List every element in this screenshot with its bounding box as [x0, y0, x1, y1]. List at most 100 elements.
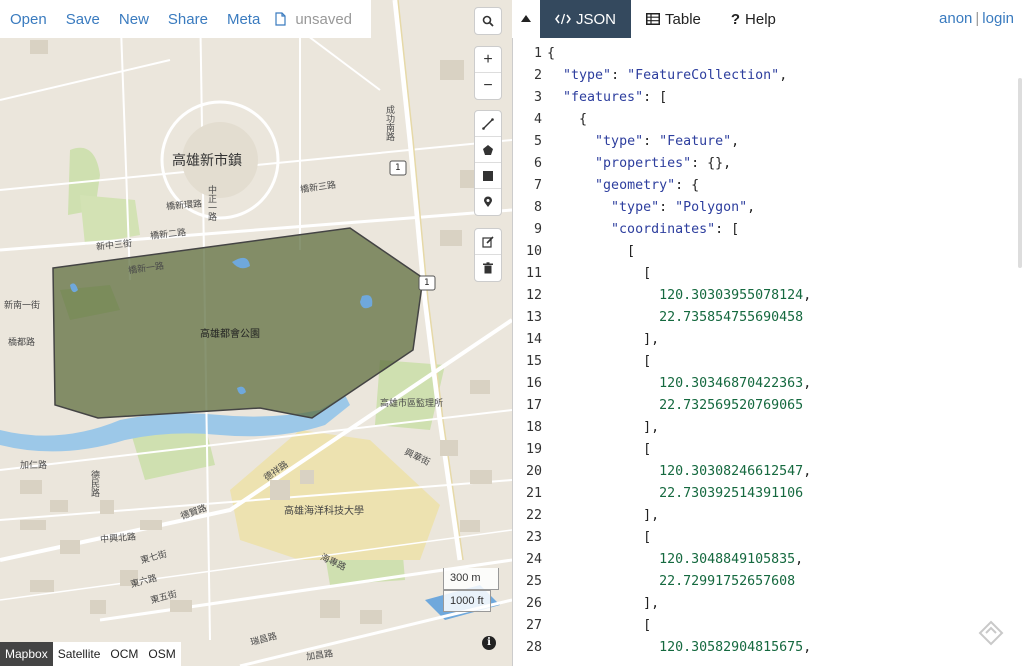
code-line: "geometry": {: [595, 178, 700, 193]
code-line: [: [547, 266, 652, 281]
tab-help[interactable]: ? Help: [716, 0, 791, 38]
draw-marker-button[interactable]: [475, 189, 501, 215]
line-number: 12: [525, 288, 542, 303]
code-line: {: [547, 46, 556, 61]
map-label-road: 成功南路: [384, 105, 394, 141]
geojson-logo-icon: [978, 620, 1004, 646]
zoom-out-button[interactable]: −: [475, 73, 501, 99]
menu-open[interactable]: Open: [10, 11, 47, 28]
code-line: [: [547, 530, 652, 545]
json-editor[interactable]: 1 2 3 4 5 6 7 8 9 10 11 12 13 14 15 16 17 18 19 20 21 22 23 24 2…: [513, 38, 1024, 666]
search-icon: [482, 15, 494, 27]
line-number: 14: [525, 332, 542, 347]
menu-save[interactable]: Save: [66, 11, 100, 28]
code-line: 120.3048849105835,: [659, 552, 804, 567]
line-number: 26: [525, 596, 542, 611]
tab-table[interactable]: Table: [631, 0, 716, 38]
highway-shield-label: 1: [424, 278, 430, 288]
line-number: 17: [525, 398, 542, 413]
minus-icon: −: [483, 77, 493, 94]
zoom-in-button[interactable]: +: [475, 47, 501, 73]
line-number: 8: [533, 200, 542, 215]
tab-table-label: Table: [665, 10, 701, 28]
table-icon: [646, 13, 661, 25]
code-line: "type": "Polygon",: [611, 200, 756, 215]
line-number: 27: [525, 618, 542, 633]
user-separator: |: [975, 10, 980, 27]
line-number: 2: [533, 68, 542, 83]
map-label-road: 德民路: [89, 470, 99, 497]
layer-mapbox[interactable]: Mapbox: [0, 642, 53, 666]
line-number: 21: [525, 486, 542, 501]
map-label-road: 加仁路: [20, 461, 48, 471]
line-number: 9: [533, 222, 542, 237]
code-line: 120.30303955078124,: [659, 288, 812, 303]
line-number: 25: [525, 574, 542, 589]
line-number: 16: [525, 376, 542, 391]
draw-polygon-button[interactable]: [475, 137, 501, 163]
layer-switch: Mapbox Satellite OCM OSM: [0, 642, 181, 666]
caret-up-icon: [521, 15, 531, 22]
question-icon: ?: [730, 10, 741, 28]
code-line: 120.30308246612547,: [659, 464, 812, 479]
highway-shield-label: 1: [395, 163, 401, 173]
edit-control: [474, 228, 502, 282]
map-scale: 300 m 1000 ft: [443, 568, 499, 612]
menu-share[interactable]: Share: [168, 11, 208, 28]
menu-meta[interactable]: Meta: [227, 11, 260, 28]
code-area[interactable]: { "type": "FeatureCollection", "features…: [547, 38, 812, 655]
draw-rectangle-button[interactable]: [475, 163, 501, 189]
marker-icon: [484, 196, 492, 207]
map-label-town: 高雄新市鎮: [172, 153, 242, 169]
tab-json-label: JSON: [576, 10, 617, 28]
layer-ocm[interactable]: OCM: [105, 642, 143, 666]
map-info-button[interactable]: i: [482, 636, 496, 650]
line-number: 10: [525, 244, 542, 259]
user-links: anon | login: [939, 10, 1014, 27]
code-line: 22.735854755690458: [659, 310, 804, 325]
code-line: ],: [547, 596, 660, 611]
draw-line-button[interactable]: [475, 111, 501, 137]
scale-metric: 300 m: [443, 568, 499, 590]
code-line: 22.732569520769065: [659, 398, 804, 413]
map-canvas[interactable]: 高雄新市鎮 高雄都會公園 高雄海洋科技大學 高雄市區監理所 橋新一路 橋新二路 …: [0, 0, 512, 666]
line-number: 24: [525, 552, 542, 567]
line-number: 5: [533, 134, 542, 149]
code-line: [: [547, 442, 652, 457]
polygon-icon: [483, 144, 493, 155]
code-line: [: [547, 618, 652, 633]
edit-layers-button[interactable]: [475, 229, 501, 255]
login-link[interactable]: login: [982, 10, 1014, 27]
info-icon: i: [487, 637, 491, 648]
map-label-road: 橋都路: [8, 338, 36, 348]
line-number: 7: [533, 178, 542, 193]
line-number: 1: [533, 46, 542, 61]
menu-new[interactable]: New: [119, 11, 149, 28]
editor-scrollbar[interactable]: [1018, 78, 1022, 268]
layer-satellite[interactable]: Satellite: [53, 642, 106, 666]
code-line: 120.30582904815675,: [659, 640, 812, 655]
line-number: 18: [525, 420, 542, 435]
rectangle-icon: [483, 170, 493, 181]
pane-tabs: JSON Table ? Help: [540, 0, 791, 38]
line-number: 6: [533, 156, 542, 171]
map-search-button[interactable]: [475, 8, 501, 34]
file-icon: [275, 12, 286, 26]
line-number-gutter: 1 2 3 4 5 6 7 8 9 10 11 12 13 14 15 16 17 18 19 20 21 22 23 24 2…: [513, 38, 545, 655]
tab-json[interactable]: JSON: [540, 0, 632, 38]
file-status[interactable]: unsaved: [275, 11, 352, 28]
code-line: [: [547, 244, 636, 259]
tab-help-label: Help: [745, 10, 776, 28]
user-anon-link[interactable]: anon: [939, 10, 972, 27]
draw-control: [474, 110, 502, 216]
delete-layers-button[interactable]: [475, 255, 501, 281]
code-line: {: [547, 112, 588, 127]
code-line: ],: [547, 332, 660, 347]
code-line: ],: [547, 508, 660, 523]
collapse-pane-button[interactable]: [512, 0, 540, 38]
map-label-prison: 高雄市區監理所: [380, 399, 444, 409]
layer-osm[interactable]: OSM: [143, 642, 180, 666]
code-line: "features": [: [563, 90, 668, 105]
map-label-park: 高雄都會公園: [200, 329, 260, 340]
line-number: 19: [525, 442, 542, 457]
